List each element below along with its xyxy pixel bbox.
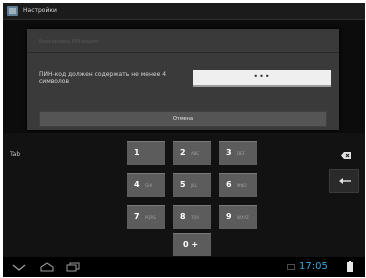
key-7[interactable]: 7 PQRS bbox=[127, 205, 165, 229]
key-digit: 4 bbox=[134, 180, 140, 189]
cancel-button-label: Отмена bbox=[172, 116, 194, 122]
key-digit: 6 bbox=[226, 180, 232, 189]
key-4[interactable]: 4 GHI bbox=[127, 173, 165, 197]
key-digit: 5 bbox=[180, 180, 186, 189]
clock: 17:05 bbox=[299, 261, 328, 272]
action-bar: Настройки bbox=[3, 3, 365, 20]
pin-input[interactable]: ••• bbox=[193, 70, 331, 87]
app-title: Настройки bbox=[23, 7, 57, 14]
key-3[interactable]: 3 DEF bbox=[219, 141, 257, 165]
key-letters: WXYZ bbox=[237, 215, 249, 220]
key-digit: 2 bbox=[180, 148, 186, 157]
recent-apps-icon[interactable] bbox=[65, 262, 81, 272]
key-digit: 3 bbox=[226, 148, 232, 157]
key-1[interactable]: 1 bbox=[127, 141, 165, 165]
key-0[interactable]: 0 + bbox=[173, 233, 211, 256]
key-letters: TUV bbox=[191, 215, 200, 220]
back-icon[interactable] bbox=[11, 262, 27, 272]
screen: Настройки Блокировка PIN-кодом ПИН-код д… bbox=[3, 3, 365, 277]
key-digit: 0 + bbox=[183, 240, 199, 249]
key-8[interactable]: 8 TUV bbox=[173, 205, 211, 229]
key-2[interactable]: 2 ABC bbox=[173, 141, 211, 165]
app-settings-icon[interactable] bbox=[7, 6, 18, 16]
key-digit: 1 bbox=[134, 148, 140, 157]
key-digit: 8 bbox=[180, 212, 186, 221]
enter-icon bbox=[339, 178, 351, 184]
key-letters: DEF bbox=[237, 151, 245, 156]
key-digit: 7 bbox=[134, 212, 140, 221]
pin-masked-value: ••• bbox=[253, 72, 271, 81]
key-letters: MNO bbox=[237, 183, 247, 188]
enter-key[interactable] bbox=[329, 169, 359, 193]
backspace-icon[interactable] bbox=[341, 152, 351, 159]
pin-dialog: Блокировка PIN-кодом ПИН-код должен соде… bbox=[27, 29, 339, 130]
key-letters: PQRS bbox=[145, 215, 156, 220]
dialog-title: Блокировка PIN-кодом bbox=[39, 39, 99, 45]
system-navigation-bar: 17:05 bbox=[3, 257, 365, 277]
key-5[interactable]: 5 JKL bbox=[173, 173, 211, 197]
tab-key[interactable]: Tab bbox=[10, 151, 20, 158]
key-9[interactable]: 9 WXYZ bbox=[219, 205, 257, 229]
dialog-divider bbox=[27, 52, 339, 53]
key-letters: GHI bbox=[145, 183, 153, 188]
home-icon[interactable] bbox=[39, 262, 55, 272]
battery-icon bbox=[347, 261, 353, 272]
key-6[interactable]: 6 MNO bbox=[219, 173, 257, 197]
key-digit: 9 bbox=[226, 212, 232, 221]
cancel-button[interactable]: Отмена bbox=[39, 111, 327, 127]
key-letters: JKL bbox=[191, 183, 198, 188]
numeric-keyboard: Tab 1 2 ABC 3 DEF 4 GHI 5 JKL 6 MNO 7 PQ… bbox=[3, 133, 365, 257]
keyboard-indicator-icon bbox=[287, 264, 295, 270]
pin-length-message: ПИН-код должен содержать не менее 4 симв… bbox=[39, 71, 167, 85]
key-letters: ABC bbox=[191, 151, 200, 156]
